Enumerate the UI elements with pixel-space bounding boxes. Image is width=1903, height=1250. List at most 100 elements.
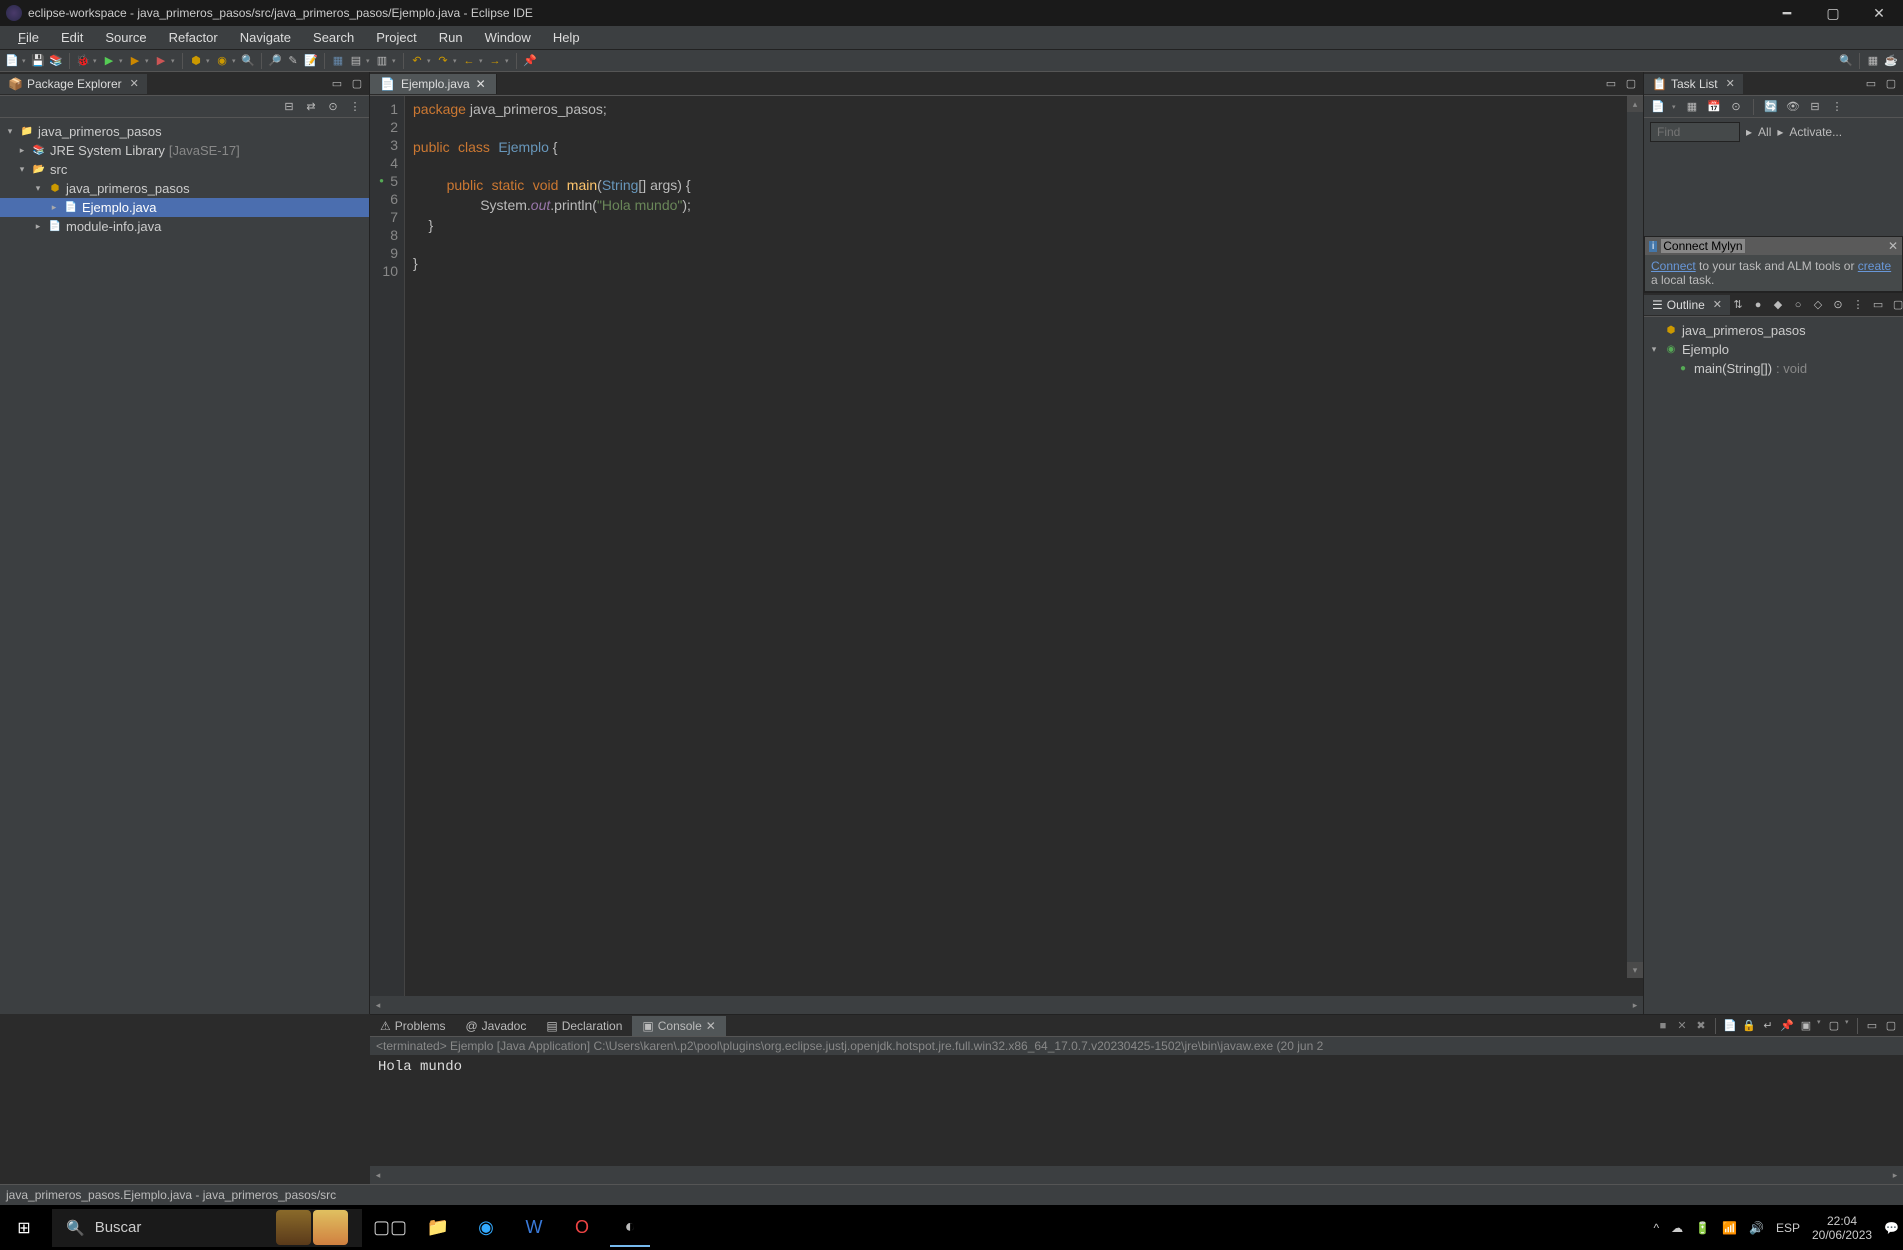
search-tb-icon[interactable]: 🔎 <box>267 53 283 69</box>
editor-tab-ejemplo[interactable]: 📄 Ejemplo.java ✕ <box>370 74 497 94</box>
java-perspective-icon[interactable]: ☕ <box>1883 53 1899 69</box>
tab-problems[interactable]: ⚠Problems <box>370 1016 455 1036</box>
menu-project[interactable]: Project <box>366 28 426 47</box>
volume-icon[interactable]: 🔊 <box>1749 1221 1764 1235</box>
console-output[interactable]: Hola mundo <box>370 1055 1903 1166</box>
tree-src[interactable]: ▾ 📂 src <box>0 160 369 179</box>
save-icon[interactable]: 💾 <box>30 53 46 69</box>
scroll-lock-icon[interactable]: 🔒 <box>1741 1018 1757 1034</box>
tree-package[interactable]: ▾ ⬢ java_primeros_pasos <box>0 179 369 198</box>
chevron-down-icon[interactable]: ▾ <box>1648 344 1660 355</box>
outline-class[interactable]: ▾ ◉ Ejemplo <box>1644 340 1903 359</box>
code-content[interactable]: package java_primeros_pasos; public clas… <box>405 96 1643 996</box>
close-button[interactable]: ✕ <box>1865 3 1893 23</box>
task-view-button[interactable]: ▢▢ <box>370 1209 410 1247</box>
save-all-icon[interactable]: 📚 <box>48 53 64 69</box>
scroll-right-icon[interactable]: ▸ <box>1887 1170 1903 1181</box>
word-icon[interactable]: W <box>514 1209 554 1247</box>
outline-tab[interactable]: ☰ Outline ✕ <box>1644 295 1730 315</box>
tab-javadoc[interactable]: @Javadoc <box>455 1016 536 1036</box>
chevron-down-icon[interactable]: ▾ <box>4 126 16 137</box>
open-console-icon[interactable]: ▢ <box>1826 1018 1842 1034</box>
tree-jre[interactable]: ▸ 📚 JRE System Library [JavaSE-17] <box>0 141 369 160</box>
view-menu-icon[interactable]: ⋮ <box>1829 99 1845 115</box>
tray-chevron-icon[interactable]: ^ <box>1653 1221 1659 1235</box>
maximize-view-icon[interactable]: ▢ <box>1623 76 1639 92</box>
new-package-icon[interactable]: ⬢ <box>188 53 204 69</box>
view-menu-icon[interactable]: ⋮ <box>1850 297 1866 313</box>
toggle-breadcrumb-icon[interactable]: ▦ <box>330 53 346 69</box>
forward-icon[interactable]: → <box>487 53 503 69</box>
next-annotation-icon[interactable]: ↶ <box>409 53 425 69</box>
file-explorer-icon[interactable]: 📁 <box>418 1209 458 1247</box>
toggle-block-icon[interactable]: ▥ <box>374 53 390 69</box>
scroll-left-icon[interactable]: ◂ <box>370 1000 386 1011</box>
open-type-icon[interactable]: 🔍 <box>240 53 256 69</box>
menu-navigate[interactable]: Navigate <box>230 28 301 47</box>
console-scrollbar[interactable]: ◂ ▸ <box>370 1166 1903 1184</box>
close-icon[interactable]: ✕ <box>1888 239 1898 253</box>
scheduled-icon[interactable]: 📅 <box>1706 99 1722 115</box>
menu-help[interactable]: Help <box>543 28 590 47</box>
pin-icon[interactable]: 📌 <box>522 53 538 69</box>
minimize-view-icon[interactable]: ▭ <box>1603 76 1619 92</box>
new-dropdown[interactable]: ▾ <box>22 57 28 65</box>
synchronize-icon[interactable]: 🔄 <box>1763 99 1779 115</box>
task-list-tab[interactable]: 📋 Task List ✕ <box>1644 74 1743 94</box>
view-menu-icon[interactable]: ⋮ <box>347 99 363 115</box>
vertical-scrollbar[interactable]: ▴ ▾ <box>1627 96 1643 978</box>
focus-icon[interactable]: ⊙ <box>1830 297 1846 313</box>
minimize-view-icon[interactable]: ▭ <box>1863 76 1879 92</box>
display-console-icon[interactable]: ▣ <box>1798 1018 1814 1034</box>
tree-project[interactable]: ▾ 📁 java_primeros_pasos <box>0 122 369 141</box>
pin-console-icon[interactable]: 📌 <box>1779 1018 1795 1034</box>
hide-local-icon[interactable]: ◇ <box>1810 297 1826 313</box>
terminate-icon[interactable]: ■ <box>1655 1018 1671 1034</box>
wifi-icon[interactable]: 📶 <box>1722 1221 1737 1235</box>
menu-file[interactable]: File <box>8 28 49 47</box>
chevron-right-icon[interactable]: ▸ <box>16 145 28 156</box>
scroll-left-icon[interactable]: ◂ <box>370 1170 386 1181</box>
focus-task-icon[interactable]: ⊙ <box>325 99 341 115</box>
close-icon[interactable]: ✕ <box>706 1019 716 1033</box>
back-icon[interactable]: ← <box>461 53 477 69</box>
scroll-up-icon[interactable]: ▴ <box>1627 96 1643 112</box>
categorized-icon[interactable]: ▦ <box>1684 99 1700 115</box>
collapse-icon[interactable]: ⊟ <box>1807 99 1823 115</box>
windows-search[interactable]: 🔍 Buscar <box>52 1209 362 1247</box>
menu-run[interactable]: Run <box>429 28 473 47</box>
tree-file-ejemplo[interactable]: ▸ 📄 Ejemplo.java <box>0 198 369 217</box>
new-class-icon[interactable]: ◉ <box>214 53 230 69</box>
maximize-view-icon[interactable]: ▢ <box>349 76 365 92</box>
chevron-right-icon[interactable]: ▸ <box>32 221 44 232</box>
coverage-icon[interactable]: ▶ <box>127 53 143 69</box>
battery-icon[interactable]: 🔋 <box>1695 1221 1710 1235</box>
maximize-view-icon[interactable]: ▢ <box>1883 76 1899 92</box>
tab-declaration[interactable]: ▤Declaration <box>536 1016 632 1036</box>
ext-tools-icon[interactable]: ▶ <box>153 53 169 69</box>
sort-icon[interactable]: ⇅ <box>1730 297 1746 313</box>
mylyn-create-link[interactable]: create <box>1858 259 1891 273</box>
wand-icon[interactable]: ✎ <box>285 53 301 69</box>
hide-static-icon[interactable]: ◆ <box>1770 297 1786 313</box>
clock[interactable]: 22:04 20/06/2023 <box>1812 1214 1872 1242</box>
new-task-icon[interactable]: 📄 <box>1650 99 1666 115</box>
hide-fields-icon[interactable]: ● <box>1750 297 1766 313</box>
menu-search[interactable]: Search <box>303 28 364 47</box>
quick-access-icon[interactable]: 🔍 <box>1838 53 1854 69</box>
task-activate[interactable]: Activate... <box>1789 125 1842 139</box>
tree-file-module[interactable]: ▸ 📄 module-info.java <box>0 217 369 236</box>
minimize-view-icon[interactable]: ▭ <box>1870 297 1886 313</box>
minimize-button[interactable]: ━ <box>1773 3 1801 23</box>
language-indicator[interactable]: ESP <box>1776 1221 1800 1235</box>
task-find-input[interactable] <box>1650 122 1740 142</box>
menu-window[interactable]: Window <box>475 28 541 47</box>
onedrive-icon[interactable]: ☁ <box>1671 1221 1683 1235</box>
maximize-view-icon[interactable]: ▢ <box>1890 297 1903 313</box>
menu-source[interactable]: Source <box>95 28 156 47</box>
maximize-button[interactable]: ▢ <box>1819 3 1847 23</box>
code-editor[interactable]: 1 2 3 4 ●5 6 7 8 9 10 package java_prime… <box>370 96 1643 996</box>
task-filter-all[interactable]: All <box>1758 125 1771 139</box>
close-icon[interactable]: ✕ <box>1726 77 1735 90</box>
minimize-view-icon[interactable]: ▭ <box>1864 1018 1880 1034</box>
